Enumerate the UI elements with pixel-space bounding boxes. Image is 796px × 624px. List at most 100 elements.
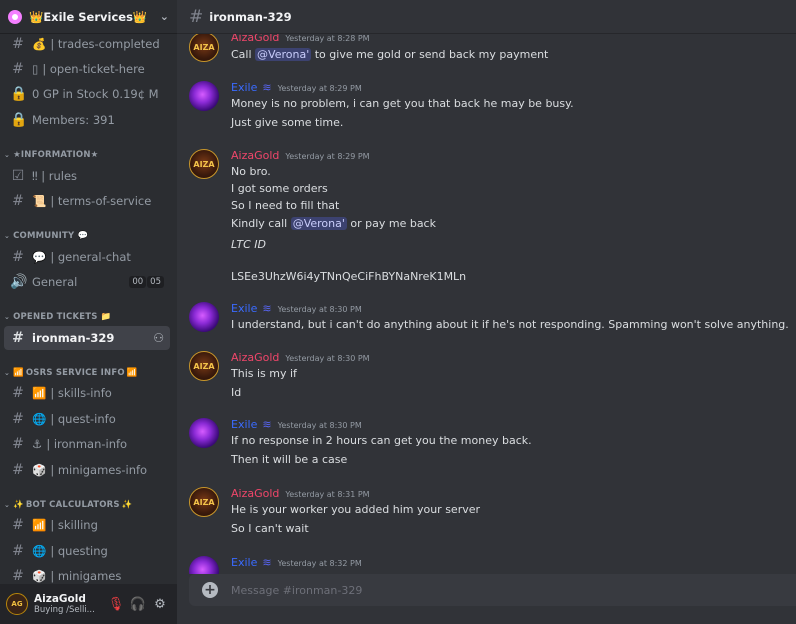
checkbox-icon: ☑ <box>11 168 25 184</box>
microphone-muted-icon[interactable]: 🎙 <box>105 597 127 612</box>
text-segment: Kindly call <box>231 217 288 230</box>
author-avatar[interactable] <box>189 556 219 574</box>
chevron-down-icon: ⌄ <box>4 369 11 377</box>
channel-header: # ironman-329 <box>177 0 796 34</box>
gear-icon[interactable]: ⚙ <box>149 597 171 612</box>
message-text: Just give some time. <box>231 116 344 129</box>
channel-trades-completed[interactable]: # 💰 | trades-completed <box>4 34 170 56</box>
bot-tag-icon: ≋ <box>262 302 272 315</box>
lock-icon: 🔒 <box>10 86 28 102</box>
voice-channel-general[interactable]: 🔊 General 00 05 <box>4 270 170 294</box>
author-avatar[interactable]: AIZA <box>189 351 219 381</box>
message-text: Call @Verona' to give me gold or send ba… <box>231 48 548 61</box>
channel-label: | trades-completed <box>50 37 160 51</box>
sparkles-emoji: ✨ <box>13 500 24 510</box>
author-avatar[interactable] <box>189 81 219 111</box>
dice-emoji: 🎲 <box>32 463 47 477</box>
message-text: So I need to fill that <box>231 199 340 212</box>
text-segment: or pay me back <box>350 217 436 230</box>
add-member-icon[interactable]: ⚇ <box>153 331 164 345</box>
category-label: COMMUNITY 💬 <box>13 231 89 241</box>
voice-badge-right: 05 <box>147 276 164 288</box>
channel-label: | general-chat <box>50 250 131 264</box>
hash-icon: # <box>12 36 24 52</box>
channel-general-chat[interactable]: # 💬 | general-chat <box>4 245 170 269</box>
channel-minigames[interactable]: # 🎲 | minigames <box>4 564 170 584</box>
category-community[interactable]: ⌄ COMMUNITY 💬 <box>4 228 88 244</box>
message-input[interactable] <box>231 583 771 597</box>
author-avatar[interactable]: AIZA <box>189 34 219 62</box>
hash-icon: # <box>12 436 24 452</box>
hash-icon: # <box>12 249 24 265</box>
channel-stock[interactable]: 🔒 0 GP in Stock 0.19¢ M <box>4 82 170 106</box>
author-name[interactable]: AizaGold <box>231 34 279 44</box>
user-mention[interactable]: @Verona' <box>255 48 312 61</box>
author-name[interactable]: Exile <box>231 556 257 569</box>
money-bag-emoji: 💰 <box>32 37 47 51</box>
channel-list: # 💰 | trades-completed # ▯ | open-ticket… <box>0 34 177 584</box>
hash-icon: # <box>12 193 24 209</box>
message-composer: + <box>189 574 796 606</box>
user-avatar[interactable]: AG <box>6 593 28 615</box>
channel-label: General <box>32 275 78 289</box>
channel-title: ironman-329 <box>209 9 292 24</box>
timestamp: Yesterday at 8:32 PM <box>277 559 362 568</box>
channel-label: | skilling <box>50 518 98 532</box>
channel-questing[interactable]: # 🌐 | questing <box>4 539 170 563</box>
channel-label: | ironman-info <box>46 437 128 451</box>
hash-icon: # <box>12 462 24 478</box>
hash-icon: # <box>12 543 24 559</box>
chevron-down-icon[interactable]: ⌄ <box>160 10 169 23</box>
channel-ironman-info[interactable]: # ⚓ | ironman-info <box>4 432 170 456</box>
voice-badge-left: 00 <box>129 276 147 288</box>
user-info[interactable]: AizaGold Buying /Selli... <box>34 593 105 616</box>
author-name[interactable]: Exile <box>231 81 257 94</box>
author-name[interactable]: AizaGold <box>231 351 279 364</box>
author-name[interactable]: Exile <box>231 302 257 315</box>
category-information[interactable]: ⌄ ★INFORMATION★ <box>4 147 98 163</box>
author-avatar[interactable] <box>189 302 219 332</box>
channel-label: ironman-329 <box>32 331 115 345</box>
speech-emoji: 💬 <box>32 250 47 264</box>
channel-skilling[interactable]: # 📶 | skilling <box>4 513 170 537</box>
author-avatar[interactable] <box>189 418 219 448</box>
channel-ironman-329[interactable]: # ironman-329 ⚇ <box>4 326 170 350</box>
category-bot-calculators[interactable]: ⌄ ✨ BOT CALCULATORS ✨ <box>4 497 133 513</box>
channel-terms-of-service[interactable]: # 📜 | terms-of-service <box>4 189 170 213</box>
timestamp: Yesterday at 8:30 PM <box>277 421 362 430</box>
category-osrs-info[interactable]: ⌄ 📶 OSRS SERVICE INFO 📶 <box>4 365 138 381</box>
user-mention[interactable]: @Verona' <box>290 217 347 230</box>
channel-rules[interactable]: ☑ ‼ | rules <box>4 164 170 188</box>
add-attachment-icon[interactable]: + <box>202 582 218 598</box>
hash-icon: # <box>12 568 24 584</box>
chevron-down-icon: ⌄ <box>4 232 11 240</box>
speaker-icon: 🔊 <box>10 274 28 290</box>
headphones-icon[interactable]: 🎧 <box>127 597 149 612</box>
text-segment: Call <box>231 48 252 61</box>
author-name[interactable]: Exile <box>231 418 257 431</box>
lock-icon: 🔒 <box>10 112 28 128</box>
channel-minigames-info[interactable]: # 🎲 | minigames-info <box>4 458 170 482</box>
hash-icon: # <box>12 517 24 533</box>
bot-tag-icon: ≋ <box>262 556 272 569</box>
user-status: Buying /Selli... <box>34 604 95 615</box>
channel-members[interactable]: 🔒 Members: 391 <box>4 108 170 132</box>
author-name[interactable]: AizaGold <box>231 149 279 162</box>
hash-icon: # <box>12 61 24 77</box>
channel-quest-info[interactable]: # 🌐 | quest-info <box>4 407 170 431</box>
box-emoji: ▯ <box>32 62 39 76</box>
server-header[interactable]: 👑Exile Services👑 ⌄ <box>0 0 177 34</box>
text-segment: to give me gold or send back my payment <box>314 48 549 61</box>
author-avatar[interactable]: AIZA <box>189 487 219 517</box>
hash-icon: # <box>12 330 24 346</box>
category-opened-tickets[interactable]: ⌄ OPENED TICKETS 📁 <box>4 309 112 325</box>
author-avatar[interactable]: AIZA <box>189 149 219 179</box>
chevron-down-icon: ⌄ <box>4 313 11 321</box>
channel-skills-info[interactable]: # 📶 | skills-info <box>4 381 170 405</box>
author-name[interactable]: AizaGold <box>231 487 279 500</box>
channel-label: Members: 391 <box>32 113 115 127</box>
globe-emoji: 🌐 <box>32 412 47 426</box>
channel-open-ticket[interactable]: # ▯ | open-ticket-here <box>4 57 170 81</box>
chart-emoji: 📶 <box>13 368 24 378</box>
scroll-emoji: 📜 <box>32 194 47 208</box>
